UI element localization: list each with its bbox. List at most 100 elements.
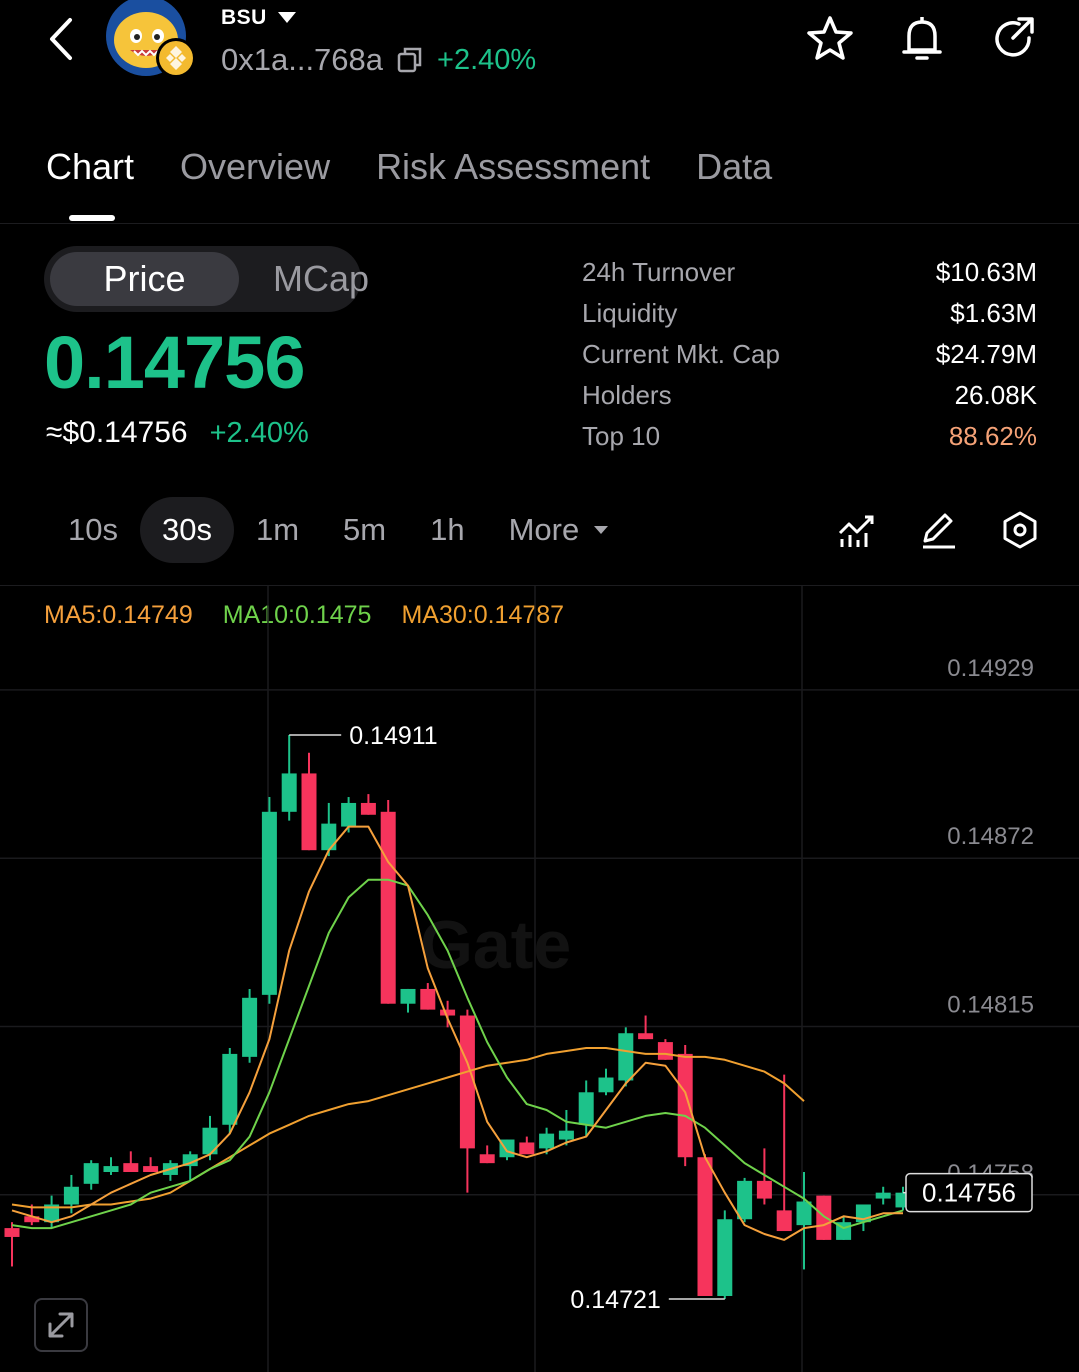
interval-selector: 10s 30s 1m 5m 1h More (46, 497, 631, 563)
candle-body (83, 1163, 99, 1184)
candle-body (717, 1219, 733, 1296)
bell-icon[interactable] (897, 14, 947, 64)
stat-label-turnover: 24h Turnover (582, 257, 736, 287)
address-row: 0x1a...768a +2.40% (221, 42, 536, 78)
tab-risk-assessment[interactable]: Risk Assessment (376, 146, 650, 188)
stat-label-liquidity: Liquidity (582, 298, 678, 328)
stat-label-top10: Top 10 (582, 421, 661, 451)
share-icon[interactable] (989, 14, 1039, 64)
main-tabs: Chart Overview Risk Assessment Data (46, 146, 772, 188)
toggle-mcap[interactable]: MCap (239, 252, 403, 306)
indicator-icon[interactable] (837, 507, 875, 553)
interval-more-button[interactable]: More (487, 497, 632, 563)
candle-body (737, 1180, 753, 1220)
current-price-label: 0.14756 (922, 1178, 1016, 1208)
candle-body (875, 1192, 891, 1199)
candle-body (479, 1154, 495, 1164)
y-tick-label: 0.14815 (947, 991, 1034, 1018)
candle-body (103, 1166, 119, 1172)
candle-body (242, 997, 258, 1057)
candle-body (360, 802, 376, 815)
stat-row: Holders 26.08K (582, 377, 1037, 418)
candle-body (459, 1015, 475, 1149)
stat-row: Current Mkt. Cap $24.79M (582, 336, 1037, 377)
candle-body (281, 773, 297, 812)
candle-body (440, 1009, 456, 1016)
stat-label-mkt-cap: Current Mkt. Cap (582, 339, 780, 369)
stat-label-holders: Holders (582, 380, 672, 410)
stat-row: 24h Turnover $10.63M (582, 254, 1037, 295)
candle-body (539, 1133, 555, 1149)
token-stats: 24h Turnover $10.63M Liquidity $1.63M Cu… (582, 254, 1037, 459)
symbol-selector[interactable]: BSU (221, 6, 297, 30)
stat-row: Liquidity $1.63M (582, 295, 1037, 336)
candles (4, 735, 911, 1299)
back-arrow-icon[interactable] (40, 14, 84, 64)
candle-body (341, 802, 357, 827)
y-tick-label: 0.14872 (947, 823, 1034, 850)
interval-1m[interactable]: 1m (234, 497, 321, 563)
candle-body (756, 1180, 772, 1199)
chart-tools (837, 507, 1039, 553)
header-actions (805, 14, 1039, 64)
candle-body (400, 988, 416, 1004)
stat-value-liquidity: $1.63M (950, 298, 1037, 328)
candle-body (816, 1195, 832, 1240)
settings-icon[interactable] (1001, 507, 1039, 553)
candle-body (143, 1166, 159, 1172)
fullscreen-button[interactable] (34, 1298, 88, 1352)
candle-body (420, 988, 436, 1010)
more-label: More (508, 512, 580, 547)
price-mcap-toggle: Price MCap (44, 246, 369, 312)
candle-body (598, 1077, 614, 1093)
annotations: 0.14911 0.14721 0.14756 (289, 722, 1033, 1314)
candlestick-chart[interactable]: Gate 0.149290.148720.148150.14758 0.1491… (0, 586, 1079, 1372)
candle-body (63, 1186, 79, 1205)
candle-body (301, 773, 317, 851)
candle-body (321, 823, 337, 851)
candle-body (618, 1033, 634, 1081)
low-price-label: 0.14721 (570, 1286, 660, 1314)
high-price-label: 0.14911 (349, 722, 438, 750)
price-change: +2.40% (209, 417, 309, 449)
token-avatar (106, 0, 196, 80)
expand-icon (48, 1312, 74, 1338)
candle-body (4, 1228, 20, 1237)
star-icon[interactable] (805, 14, 855, 64)
stat-row: Top 10 88.62% (582, 418, 1037, 459)
candle-body (202, 1127, 218, 1155)
stat-value-turnover: $10.63M (935, 257, 1037, 287)
tab-data[interactable]: Data (696, 146, 772, 188)
toggle-price[interactable]: Price (50, 252, 239, 306)
candle-body (638, 1033, 654, 1040)
candle-body (657, 1042, 673, 1060)
tab-overview[interactable]: Overview (180, 146, 330, 188)
usd-price-row: ≈$0.14756 +2.40% (46, 416, 309, 450)
gate-watermark: Gate (420, 907, 571, 983)
active-tab-indicator (69, 215, 115, 221)
caret-down-icon (594, 526, 609, 534)
candle-body (558, 1130, 574, 1140)
candle-body (380, 811, 396, 1004)
interval-5m[interactable]: 5m (321, 497, 408, 563)
current-price: 0.14756 (44, 321, 305, 404)
tab-chart[interactable]: Chart (46, 146, 134, 188)
interval-10s[interactable]: 10s (46, 497, 140, 563)
candle-body (776, 1210, 792, 1232)
candle-body (222, 1053, 238, 1125)
token-symbol: BSU (221, 6, 267, 29)
interval-1h[interactable]: 1h (408, 497, 486, 563)
interval-30s[interactable]: 30s (139, 497, 234, 563)
header-change: +2.40% (437, 43, 537, 76)
candle-body (796, 1201, 812, 1226)
pencil-icon[interactable] (919, 507, 957, 553)
copy-icon[interactable] (397, 46, 423, 74)
candle-body (578, 1092, 594, 1125)
candle-body (261, 811, 277, 995)
usd-price: ≈$0.14756 (46, 416, 188, 449)
y-tick-label: 0.14929 (947, 655, 1034, 682)
divider (0, 223, 1079, 224)
contract-address: 0x1a...768a (221, 42, 384, 77)
candle-body (123, 1163, 139, 1172)
candle-body (677, 1053, 693, 1158)
